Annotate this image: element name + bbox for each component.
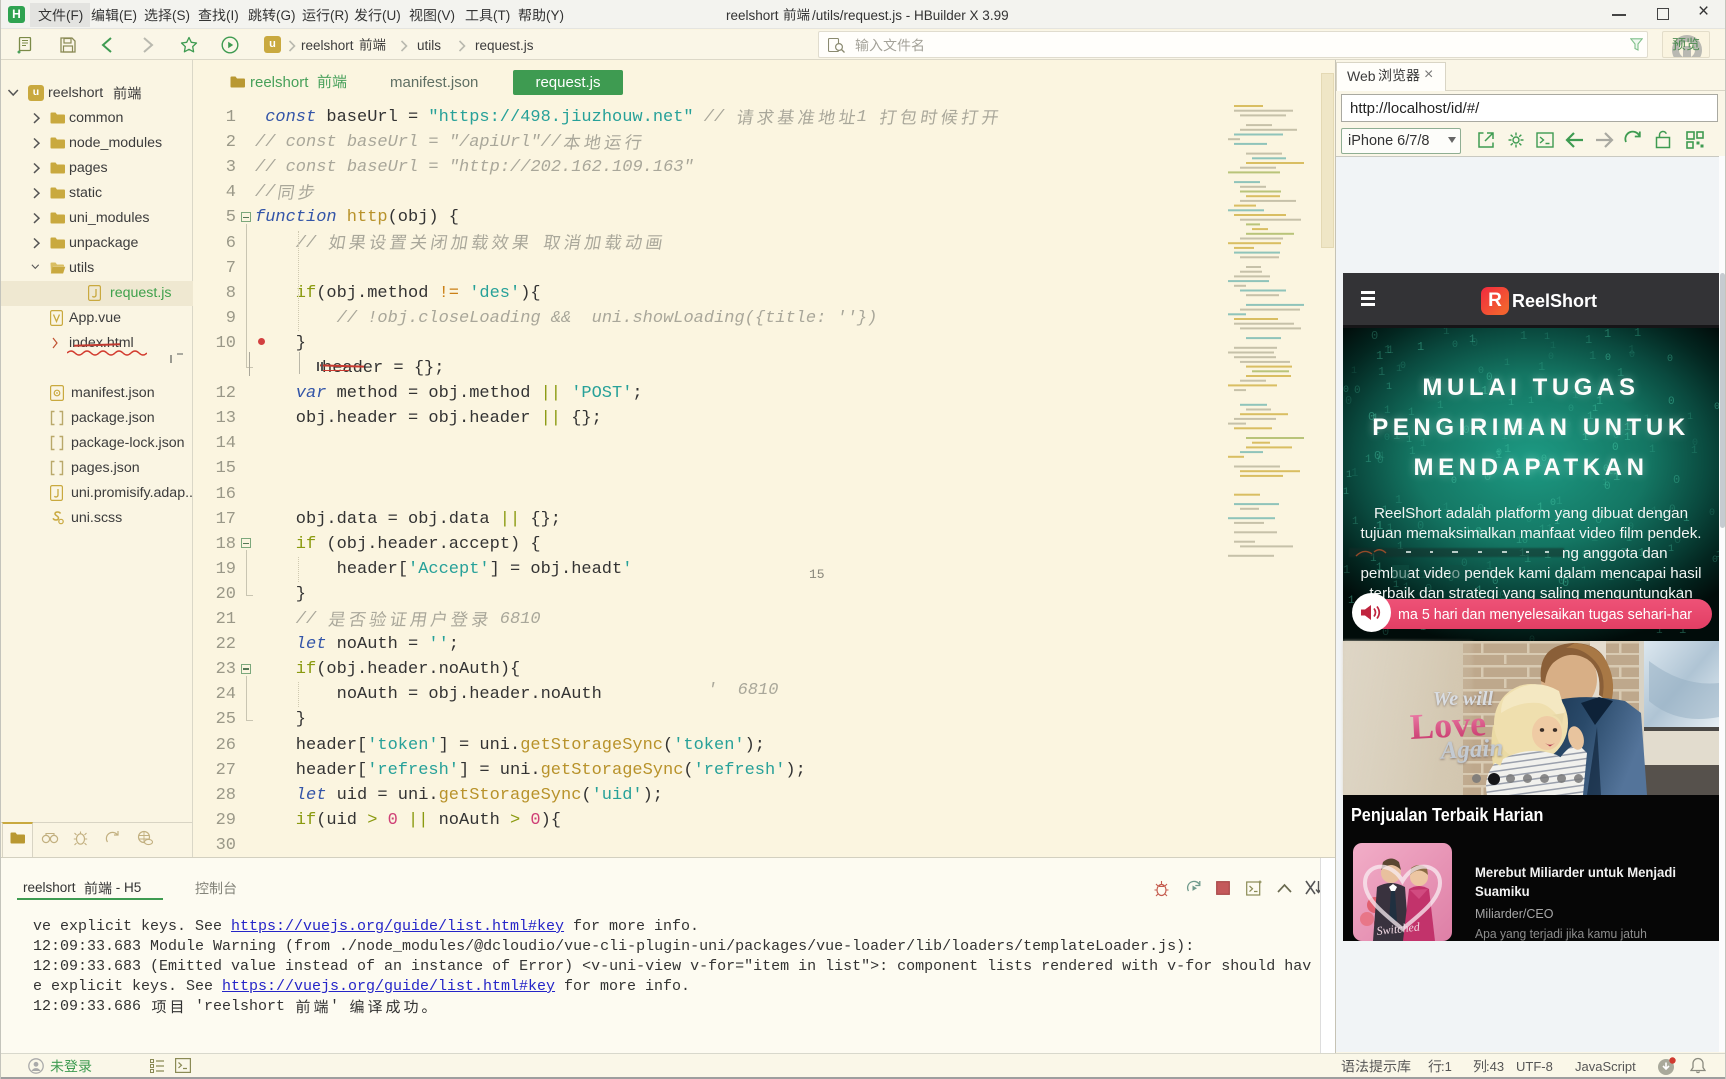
svg-text:1: 1 (1387, 345, 1394, 357)
svg-text:1: 1 (1417, 340, 1424, 354)
svg-text:1: 1 (1604, 328, 1611, 341)
svg-text:1: 1 (1589, 349, 1596, 363)
svg-text:1: 1 (1628, 343, 1635, 357)
svg-text:1: 1 (1443, 328, 1450, 338)
svg-text:1: 1 (1376, 349, 1383, 363)
svg-text:1: 1 (1550, 341, 1556, 352)
svg-text:1: 1 (1634, 328, 1641, 340)
svg-text:0: 0 (1452, 340, 1458, 351)
svg-text:0: 0 (1371, 329, 1378, 343)
svg-text:1: 1 (1469, 334, 1476, 346)
svg-text:1: 1 (1520, 329, 1527, 343)
svg-text:1: 1 (1343, 487, 1349, 498)
svg-text:0: 0 (1667, 354, 1673, 365)
svg-text:0: 0 (1605, 353, 1611, 364)
svg-text:1: 1 (1585, 333, 1592, 347)
svg-text:0: 0 (1548, 352, 1554, 363)
